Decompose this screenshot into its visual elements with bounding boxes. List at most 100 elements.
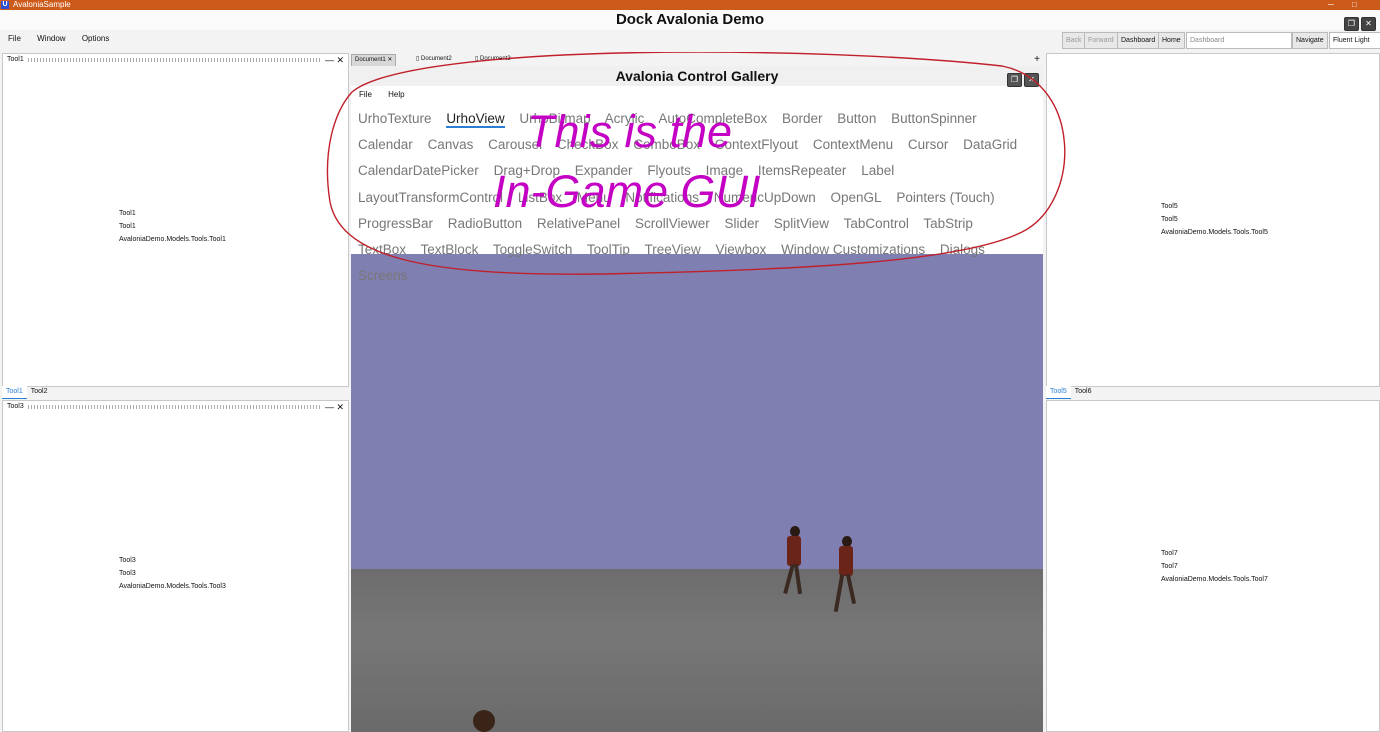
dashboard-button[interactable]: Dashboard — [1117, 32, 1160, 49]
os-minimize-button[interactable]: ─ — [1328, 0, 1334, 10]
gallery-tab-item[interactable]: ItemsRepeater — [758, 163, 847, 178]
gallery-tab-item[interactable]: ContextMenu — [813, 137, 893, 152]
tool1-content: Tool1 Tool1 AvaloniaDemo.Models.Tools.To… — [119, 207, 226, 246]
gallery-tab-item[interactable]: Canvas — [428, 137, 474, 152]
gallery-tab-item[interactable]: Calendar — [358, 137, 413, 152]
tool7-line-1: Tool7 — [1161, 550, 1178, 557]
gallery-menu-file[interactable]: File — [359, 90, 372, 99]
menu-window[interactable]: Window — [37, 34, 65, 43]
gallery-window-buttons: ❐ ✕ — [1005, 69, 1039, 87]
back-button[interactable]: Back — [1062, 32, 1086, 49]
gallery-tab-item[interactable]: RadioButton — [448, 216, 522, 231]
menu-file[interactable]: File — [8, 34, 21, 43]
gallery-tab-item[interactable]: ButtonSpinner — [891, 111, 977, 126]
tab-document3-label: Document3 — [479, 56, 511, 62]
gallery-tab-item[interactable]: Label — [861, 163, 894, 178]
drag-grip[interactable] — [28, 405, 320, 409]
navigation-toolbar: Back Forward Dashboard Home Dashboard Na… — [1062, 32, 1380, 49]
drag-grip[interactable] — [28, 58, 320, 62]
gallery-tab-item[interactable]: TextBlock — [421, 242, 479, 257]
tool1-header: Tool1 — ✕ — [3, 54, 348, 66]
tool5-line-3: AvaloniaDemo.Models.Tools.Tool5 — [1161, 229, 1268, 236]
tool1-line-3: AvaloniaDemo.Models.Tools.Tool1 — [119, 236, 226, 243]
tool5-panel: Tool5 Tool5 AvaloniaDemo.Models.Tools.To… — [1046, 53, 1380, 387]
gallery-tab-item[interactable]: LayoutTransformControl — [358, 190, 503, 205]
document-icon: ▯ — [416, 56, 420, 62]
tool3-content: Tool3 Tool3 AvaloniaDemo.Models.Tools.To… — [119, 554, 226, 593]
annotation-text-line2: In-Game GUI — [493, 166, 761, 217]
tab-tool5[interactable]: Tool5 — [1046, 386, 1071, 399]
gallery-tab-item[interactable]: Viewbox — [716, 242, 767, 257]
tab-tool2[interactable]: Tool2 — [27, 386, 52, 398]
gallery-tab-item[interactable]: DataGrid — [963, 137, 1017, 152]
tool5-line-1: Tool5 — [1161, 203, 1178, 210]
gallery-tab-item[interactable]: OpenGL — [831, 190, 882, 205]
theme-select[interactable]: Fluent Light — [1329, 32, 1380, 49]
tool3-line-2: Tool3 — [119, 570, 136, 577]
home-button[interactable]: Home — [1158, 32, 1185, 49]
minimize-icon[interactable]: — — [325, 54, 334, 66]
tool5-content: Tool5 Tool5 AvaloniaDemo.Models.Tools.To… — [1161, 200, 1268, 239]
gallery-tab-item[interactable]: Slider — [725, 216, 760, 231]
gallery-tab-item[interactable]: Cursor — [908, 137, 949, 152]
left-tabstrip: Tool1 Tool2 — [2, 386, 52, 399]
tab-document3[interactable]: ▯ Document3 — [472, 54, 514, 65]
gallery-tab-item[interactable]: UrhoTexture — [358, 111, 432, 126]
gallery-tab-item[interactable]: RelativePanel — [537, 216, 620, 231]
os-maximize-button[interactable]: □ — [1352, 0, 1357, 10]
minimize-icon[interactable]: — — [325, 401, 334, 413]
gallery-menu-help[interactable]: Help — [388, 90, 404, 99]
tab-tool1[interactable]: Tool1 — [2, 386, 27, 399]
tool7-panel: Tool7 Tool7 AvaloniaDemo.Models.Tools.To… — [1046, 400, 1380, 732]
gallery-tab-item[interactable]: TreeView — [644, 242, 700, 257]
tool3-line-1: Tool3 — [119, 557, 136, 564]
gallery-tab-item[interactable]: TabStrip — [923, 216, 973, 231]
gallery-tab-item[interactable]: ToolTip — [587, 242, 630, 257]
gallery-tab-item[interactable]: Button — [837, 111, 876, 126]
gallery-tab-item[interactable]: SplitView — [774, 216, 829, 231]
tab-close-icon[interactable]: ✕ — [387, 57, 392, 63]
gallery-tab-item[interactable]: Pointers (Touch) — [896, 190, 994, 205]
control-gallery-window: Avalonia Control Gallery ❐ ✕ File Help Ur… — [351, 66, 1043, 283]
gallery-tab-item[interactable]: Border — [782, 111, 823, 126]
ground-plane — [351, 569, 1043, 732]
tab-document2-label: Document2 — [420, 56, 452, 62]
restore-button[interactable]: ❐ — [1344, 17, 1359, 31]
tool3-panel: Tool3 — ✕ Tool3 Tool3 AvaloniaDemo.Model… — [2, 400, 349, 732]
gallery-tab-item[interactable]: ScrollViewer — [635, 216, 710, 231]
url-input[interactable]: Dashboard — [1186, 32, 1292, 49]
document-icon: ▯ — [475, 56, 479, 62]
tab-tool6[interactable]: Tool6 — [1071, 386, 1096, 398]
right-tabstrip: Tool5 Tool6 — [1046, 386, 1096, 399]
forward-button[interactable]: Forward — [1084, 32, 1118, 49]
gallery-tab-item[interactable]: ProgressBar — [358, 216, 433, 231]
tool7-line-3: AvaloniaDemo.Models.Tools.Tool7 — [1161, 576, 1268, 583]
menu-options[interactable]: Options — [82, 34, 110, 43]
tool3-title: Tool3 — [7, 403, 24, 410]
navigate-button[interactable]: Navigate — [1292, 32, 1328, 49]
gallery-tab-item[interactable]: Screens — [358, 268, 408, 283]
gallery-title: Avalonia Control Gallery — [351, 66, 1043, 86]
tool3-header: Tool3 — ✕ — [3, 401, 348, 413]
close-icon[interactable]: ✕ — [336, 54, 344, 66]
window-title: Dock Avalonia Demo — [0, 10, 1380, 30]
add-document-button[interactable]: + — [1031, 54, 1043, 65]
os-window-title: AvaloniaSample — [13, 0, 71, 9]
restore-button[interactable]: ❐ — [1007, 73, 1022, 87]
gallery-tab-item[interactable]: Window Customizations — [781, 242, 925, 257]
tool7-content: Tool7 Tool7 AvaloniaDemo.Models.Tools.To… — [1161, 547, 1268, 586]
close-button[interactable]: ✕ — [1361, 17, 1376, 31]
tab-document1-label: Document1 — [355, 57, 386, 63]
window-buttons: ❐ ✕ — [1342, 13, 1376, 31]
gallery-tab-item[interactable]: ToggleSwitch — [493, 242, 573, 257]
gallery-tab-item[interactable]: TabControl — [844, 216, 909, 231]
gallery-tab-item[interactable]: TextBox — [358, 242, 406, 257]
tool7-line-2: Tool7 — [1161, 563, 1178, 570]
os-title-bar: U AvaloniaSample ─ □ — [0, 0, 1380, 10]
gallery-tab-item[interactable]: CalendarDatePicker — [358, 163, 479, 178]
gallery-tab-item[interactable]: UrhoView — [446, 111, 505, 128]
tab-document2[interactable]: ▯ Document2 — [413, 54, 455, 65]
close-icon[interactable]: ✕ — [336, 401, 344, 413]
gallery-tab-item[interactable]: Dialogs — [940, 242, 985, 257]
close-button[interactable]: ✕ — [1024, 73, 1039, 87]
